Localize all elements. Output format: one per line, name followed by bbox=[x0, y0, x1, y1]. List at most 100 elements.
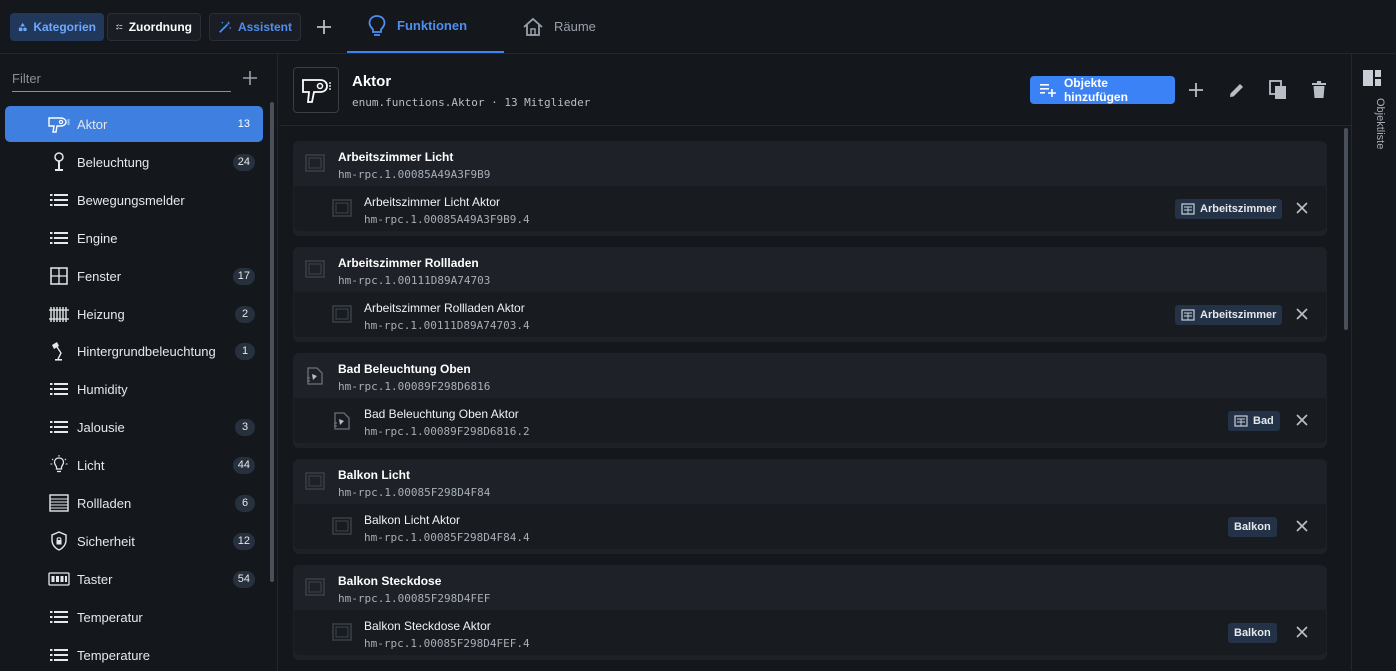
shield-lock-icon bbox=[48, 531, 70, 551]
page-title: Aktor bbox=[352, 73, 392, 90]
sidebar-item-beleuchtung[interactable]: Beleuchtung 24 bbox=[5, 144, 263, 180]
sidebar-item-fenster[interactable]: Fenster 17 bbox=[5, 258, 263, 294]
sidebar-item-taster[interactable]: Taster 54 bbox=[5, 561, 263, 597]
object-list-label: Objektliste bbox=[1374, 98, 1386, 150]
device-header[interactable]: Balkon Licht hm-rpc.1.00085F298D4F84 bbox=[293, 459, 1327, 504]
member-row[interactable]: Arbeitszimmer Licht Aktor hm-rpc.1.00085A… bbox=[294, 186, 1326, 231]
remove-member-icon[interactable] bbox=[1294, 412, 1310, 428]
channel-icon bbox=[332, 411, 352, 430]
room-badge[interactable]: Arbeitszimmer bbox=[1175, 305, 1283, 325]
sidebar-item-temperatur[interactable]: Temperatur bbox=[5, 599, 263, 635]
sidebar-item-label: Rollladen bbox=[77, 496, 132, 511]
list-icon bbox=[48, 379, 70, 399]
room-icon bbox=[1234, 415, 1248, 427]
member-id: hm-rpc.1.00085A49A3F9B9.4 bbox=[364, 213, 530, 226]
remove-member-icon[interactable] bbox=[1294, 624, 1310, 640]
member-row[interactable]: Bad Beleuchtung Oben Aktor hm-rpc.1.00089… bbox=[294, 398, 1326, 443]
sidebar-item-humidity[interactable]: Humidity bbox=[5, 371, 263, 407]
sidebar-item-label: Temperatur bbox=[77, 609, 143, 625]
zuordnung-button[interactable]: Zuordnung bbox=[107, 13, 201, 41]
room-label: Arbeitszimmer bbox=[1200, 203, 1277, 215]
sidebar-item-label: Beleuchtung bbox=[77, 154, 150, 170]
zuordnung-label: Zuordnung bbox=[128, 20, 192, 34]
add-category-icon[interactable] bbox=[241, 69, 259, 87]
right-rail: Objektliste bbox=[1351, 54, 1396, 671]
room-badge[interactable]: Balkon bbox=[1228, 517, 1277, 537]
room-badge[interactable]: Balkon bbox=[1228, 623, 1277, 643]
member-count-badge: 2 bbox=[235, 305, 255, 323]
sidebar-scrollbar[interactable] bbox=[270, 102, 274, 582]
tab-funktionen[interactable]: Funktionen bbox=[347, 0, 504, 53]
member-row[interactable]: Arbeitszimmer Rollladen Aktor hm-rpc.1.00… bbox=[294, 292, 1326, 337]
device-group: Arbeitszimmer Rollladen hm-rpc.1.00111D89… bbox=[293, 247, 1327, 342]
main-scrollbar[interactable] bbox=[1344, 128, 1348, 330]
device-title: Bad Beleuchtung Oben bbox=[338, 362, 471, 376]
assistent-button[interactable]: Assistent bbox=[209, 13, 301, 41]
member-row[interactable]: Balkon Steckdose Aktor hm-rpc.1.00085F298… bbox=[294, 610, 1326, 655]
window-icon bbox=[48, 266, 70, 286]
sidebar-item-jalousie[interactable]: Jalousie 3 bbox=[5, 409, 263, 445]
device-header[interactable]: Arbeitszimmer Rollladen hm-rpc.1.00111D89… bbox=[293, 247, 1327, 292]
sidebar-item-temperature[interactable]: Temperature bbox=[5, 637, 263, 671]
member-title: Bad Beleuchtung Oben Aktor bbox=[364, 407, 519, 421]
remove-member-icon[interactable] bbox=[1294, 518, 1310, 534]
member-count-badge: 6 bbox=[235, 495, 255, 512]
list-icon bbox=[48, 607, 70, 627]
add-objects-button[interactable]: Objekte hinzufügen bbox=[1030, 76, 1175, 104]
room-label: Bad bbox=[1253, 415, 1274, 427]
remove-member-icon[interactable] bbox=[1294, 306, 1310, 322]
room-label: Arbeitszimmer bbox=[1200, 309, 1277, 321]
device-header[interactable]: Balkon Steckdose hm-rpc.1.00085F298D4FEF bbox=[293, 565, 1327, 610]
device-header[interactable]: Arbeitszimmer Licht hm-rpc.1.00085A49A3F9… bbox=[293, 141, 1327, 186]
member-count-badge: 13 bbox=[237, 118, 250, 130]
member-count-badge: 1 bbox=[235, 343, 255, 361]
sidebar-item-engine[interactable]: Engine bbox=[5, 220, 263, 256]
sidebar-item-rollladen[interactable]: Rollladen 6 bbox=[5, 485, 263, 521]
tab-funktionen-label: Funktionen bbox=[397, 18, 468, 33]
member-id: hm-rpc.1.00085F298D4FEF.4 bbox=[364, 637, 530, 650]
keypad-icon bbox=[48, 569, 70, 589]
sidebar-item-label: Fenster bbox=[77, 268, 122, 284]
room-label: Balkon bbox=[1234, 627, 1271, 639]
sidebar-item-hintergrundbeleuchtung[interactable]: Hintergrundbeleuchtung 1 bbox=[5, 333, 263, 369]
sidebar-item-sicherheit[interactable]: Sicherheit 12 bbox=[5, 523, 263, 559]
playlist-add-icon bbox=[1040, 84, 1056, 97]
filter-input[interactable]: Filter bbox=[12, 68, 231, 92]
tab-raeume[interactable]: Räume bbox=[520, 0, 596, 53]
sidebar-item-bewegungsmelder[interactable]: Bewegungsmelder bbox=[5, 182, 263, 218]
member-id: hm-rpc.1.00111D89A74703.4 bbox=[364, 319, 530, 332]
channel-icon bbox=[332, 199, 352, 217]
sidebar-item-licht[interactable]: Licht 44 bbox=[5, 447, 263, 483]
plus-icon[interactable] bbox=[314, 17, 334, 37]
device-title: Arbeitszimmer Rollladen bbox=[338, 256, 479, 270]
object-list-toggle[interactable]: Objektliste bbox=[1374, 98, 1388, 168]
member-title: Balkon Steckdose Aktor bbox=[364, 619, 491, 633]
kategorien-button[interactable]: Kategorien bbox=[10, 13, 104, 41]
lamp-icon bbox=[48, 152, 70, 172]
device-group: Arbeitszimmer Licht hm-rpc.1.00085A49A3F9… bbox=[293, 141, 1327, 236]
member-title: Balkon Licht Aktor bbox=[364, 513, 461, 527]
add-button[interactable] bbox=[1185, 79, 1207, 101]
device-title: Balkon Steckdose bbox=[338, 574, 442, 588]
remove-member-icon[interactable] bbox=[1294, 200, 1310, 216]
sidebar-item-label: Jalousie bbox=[77, 420, 125, 436]
sidebar-item-aktor[interactable]: Aktor 13 bbox=[5, 106, 263, 142]
list-icon bbox=[48, 645, 70, 665]
device-group: Bad Beleuchtung Oben hm-rpc.1.00089F298D6… bbox=[293, 353, 1327, 448]
category-sidebar: Filter Aktor 13 Beleuchtung 24 Bewegungsmeld… bbox=[0, 54, 278, 671]
device-header[interactable]: Bad Beleuchtung Oben hm-rpc.1.00089F298D6… bbox=[293, 353, 1327, 398]
copy-button[interactable] bbox=[1267, 79, 1289, 101]
member-title: Arbeitszimmer Rollladen Aktor bbox=[364, 301, 525, 315]
member-count-badge: 24 bbox=[232, 153, 255, 171]
function-header: Aktor enum.functions.Aktor · 13 Mitglied… bbox=[279, 54, 1351, 126]
device-icon bbox=[305, 472, 325, 490]
device-group: Balkon Steckdose hm-rpc.1.00085F298D4FEF B… bbox=[293, 565, 1327, 660]
sidebar-item-heizung[interactable]: Heizung 2 bbox=[5, 296, 263, 332]
delete-button[interactable] bbox=[1308, 79, 1330, 101]
room-badge[interactable]: Arbeitszimmer bbox=[1175, 199, 1283, 219]
member-row[interactable]: Balkon Licht Aktor hm-rpc.1.00085F298D4F8… bbox=[294, 504, 1326, 549]
object-list-icon[interactable] bbox=[1362, 69, 1382, 87]
device-id: hm-rpc.1.00085A49A3F9B9 bbox=[338, 168, 491, 181]
edit-button[interactable] bbox=[1226, 79, 1248, 101]
room-badge[interactable]: Bad bbox=[1228, 411, 1280, 431]
